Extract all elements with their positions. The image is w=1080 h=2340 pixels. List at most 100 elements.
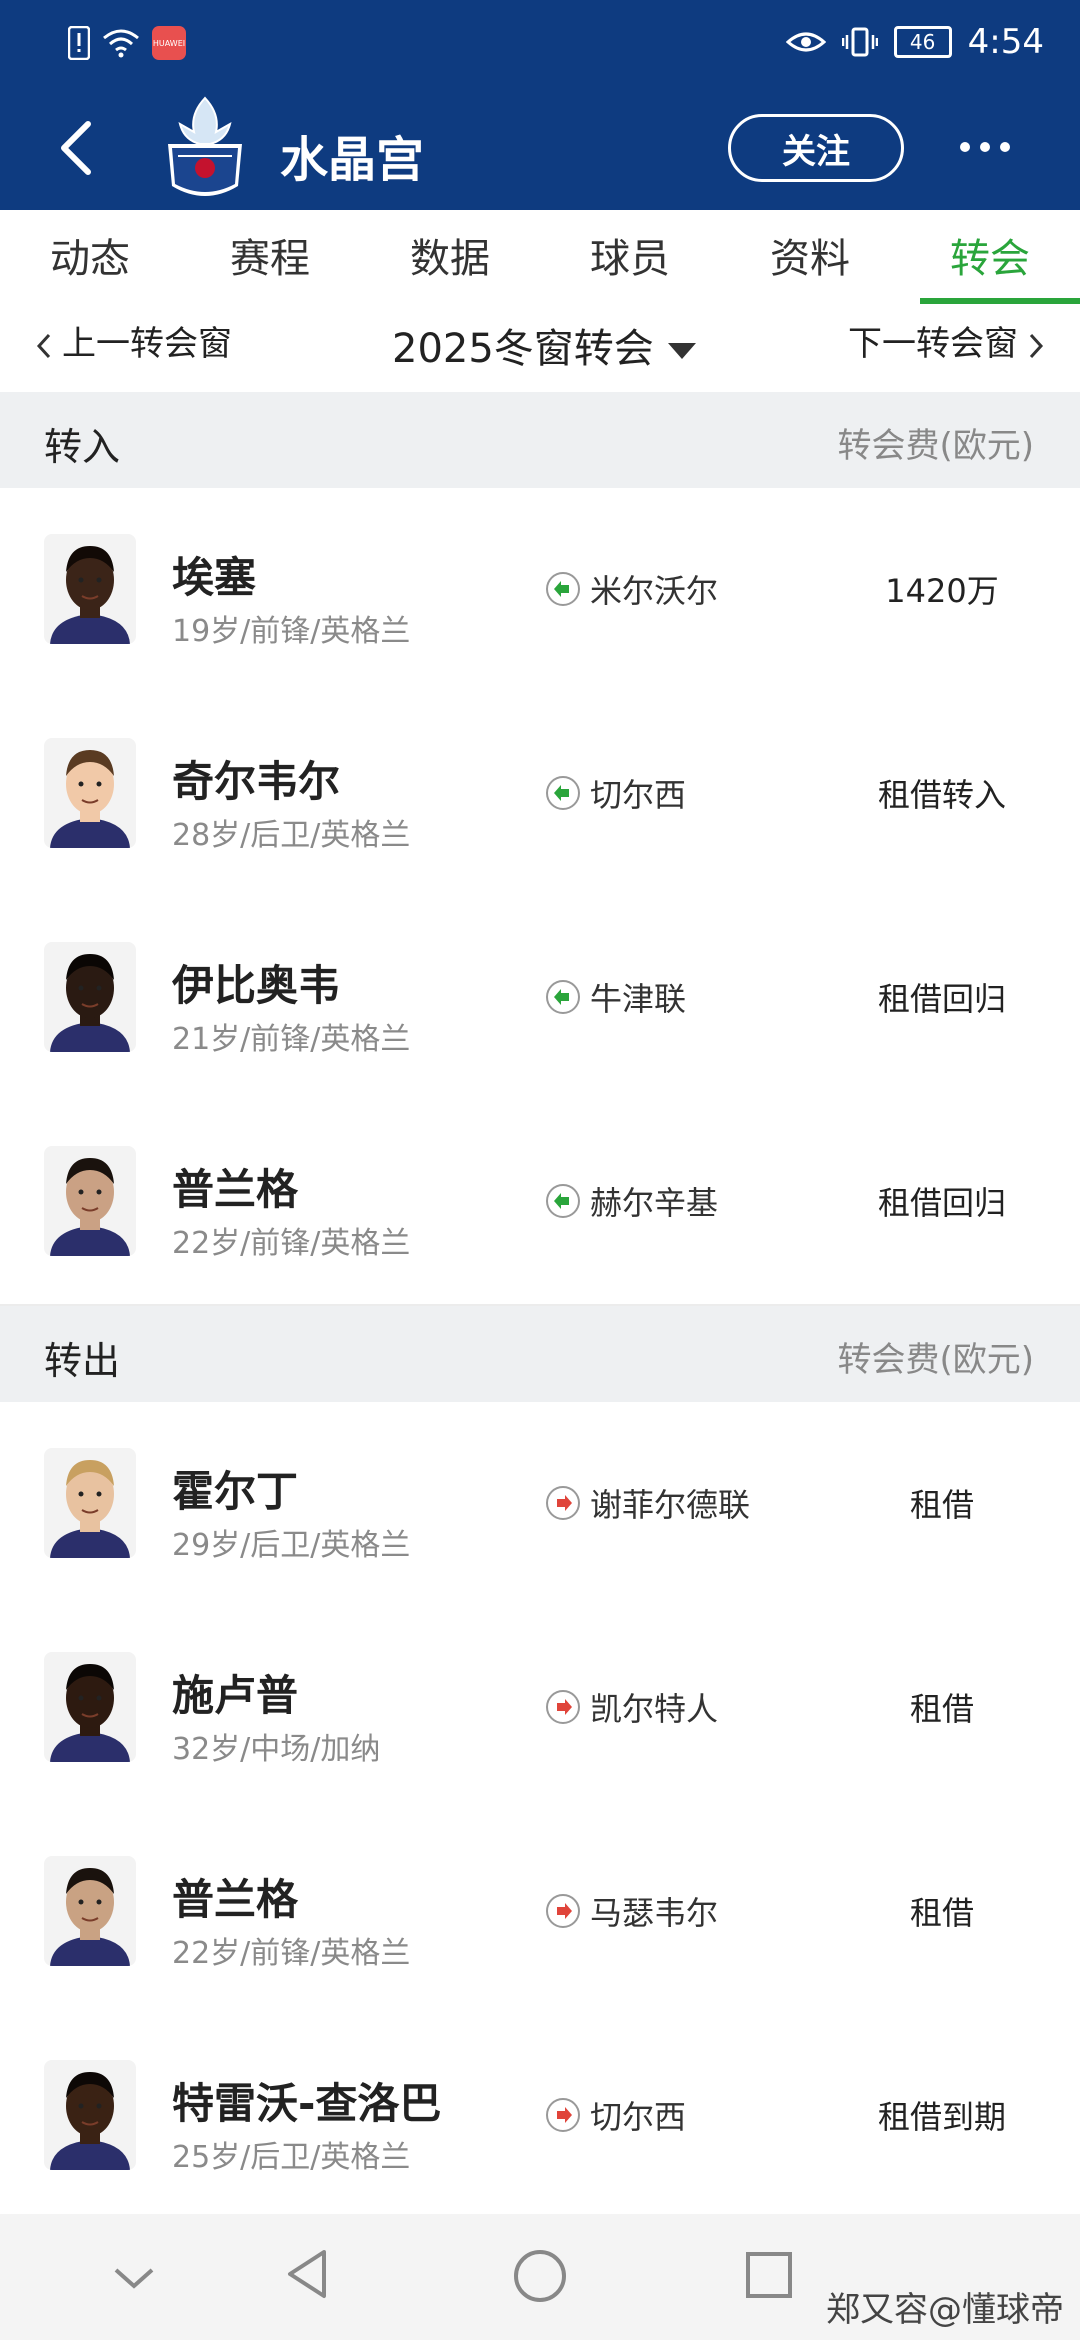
next-window-label: 下一转会窗 [848,324,1018,364]
player-name: 埃塞 [172,553,257,602]
club: 赫尔辛基 [546,1178,718,1224]
club: 马瑟韦尔 [546,1888,718,1934]
arrow-left-icon [546,776,580,810]
fee-column-header: 转会费(欧元) [837,1340,1034,1380]
transfer-row[interactable]: 施卢普 32岁/中场/加纳 凯尔特人 租借 [0,1606,1080,1812]
clock: 4:54 [967,22,1044,62]
club-name: 切尔西 [590,776,687,814]
arrow-right-icon [546,1894,580,1928]
window-title: 2025冬窗转会 [392,326,654,372]
back-arrow-icon[interactable] [52,118,102,178]
club-name: 马瑟韦尔 [590,1894,719,1932]
player-info: 19岁/前锋/英格兰 [172,614,411,649]
chevron-right-icon [1029,333,1044,358]
club-name: 谢菲尔德联 [590,1486,751,1524]
dropdown-caret-icon [667,343,696,359]
vibrate-icon [841,27,878,57]
arrow-right-icon [546,2098,580,2132]
arrow-right-icon [546,1690,580,1724]
tab-transfers[interactable]: 转会 [900,210,1080,308]
status-bar: HUAWEI 46 4:54 [0,0,1080,90]
nav-bar: 水晶宫 关注 [0,90,1080,210]
status-left: HUAWEI [68,26,186,60]
watermark: 郑又容@懂球帝 [826,2290,1064,2330]
club: 切尔西 [546,770,686,816]
transfer-fee: 租借转入 [877,776,1006,814]
prev-window-label: 上一转会窗 [62,324,232,364]
player-avatar [44,738,136,848]
section-header-in: 转入 转会费(欧元) [0,392,1080,488]
transfer-window-bar: 上一转会窗 2025冬窗转会 下一转会窗 [0,308,1080,392]
arrow-right-icon [546,1486,580,1520]
app-notification-icon: HUAWEI [152,26,186,60]
transfer-fee: 租借回归 [877,1184,1006,1222]
club: 凯尔特人 [546,1684,718,1730]
player-avatar [44,2060,136,2170]
club-name: 凯尔特人 [590,1690,719,1728]
nav-back-icon[interactable] [284,2248,328,2300]
player-name: 奇尔韦尔 [172,757,341,806]
tab-players[interactable]: 球员 [540,210,720,308]
club: 谢菲尔德联 [546,1480,750,1526]
section-title: 转出 [44,1339,121,1383]
player-name: 伊比奥韦 [172,961,341,1010]
club-name: 赫尔辛基 [590,1184,719,1222]
nav-home-icon[interactable] [512,2248,568,2304]
tab-bar: 动态 赛程 数据 球员 资料 转会 [0,210,1080,309]
collapse-chevron-icon[interactable] [112,2264,156,2292]
player-avatar [44,1856,136,1966]
transfer-row[interactable]: 埃塞 19岁/前锋/英格兰 米尔沃尔 1420万 [0,488,1080,694]
transfer-fee: 租借 [909,1690,974,1728]
player-info: 32岁/中场/加纳 [172,1732,381,1767]
transfer-fee: 租借到期 [877,2098,1006,2136]
player-avatar [44,1448,136,1558]
battery-level: 46 [909,30,936,54]
nav-recents-icon[interactable] [744,2250,794,2300]
transfer-row[interactable]: 特雷沃-查洛巴 25岁/后卫/英格兰 切尔西 租借到期 [0,2014,1080,2220]
next-window-button[interactable]: 下一转会窗 [848,316,1046,365]
fee-column-header: 转会费(欧元) [837,426,1034,466]
club: 米尔沃尔 [546,566,718,612]
follow-button[interactable]: 关注 [728,114,904,182]
player-name: 普兰格 [172,1165,299,1214]
transfer-row[interactable]: 奇尔韦尔 28岁/后卫/英格兰 切尔西 租借转入 [0,692,1080,898]
player-avatar [44,942,136,1052]
transfer-fee: 租借 [909,1894,974,1932]
chevron-left-icon [36,333,51,358]
club-name: 牛津联 [590,980,687,1018]
tab-schedule[interactable]: 赛程 [180,210,360,308]
player-name: 特雷沃-查洛巴 [172,2079,442,2128]
player-name: 霍尔丁 [172,1467,299,1516]
more-options-icon[interactable] [960,142,1010,152]
player-info: 21岁/前锋/英格兰 [172,1022,411,1057]
transfer-row[interactable]: 普兰格 22岁/前锋/英格兰 马瑟韦尔 租借 [0,1810,1080,2016]
player-info: 25岁/后卫/英格兰 [172,2140,411,2175]
transfer-fee: 租借 [909,1486,974,1524]
arrow-left-icon [546,572,580,606]
club-name: 米尔沃尔 [590,572,719,610]
player-info: 29岁/后卫/英格兰 [172,1528,411,1563]
app-badge-label: HUAWEI [152,38,186,48]
tab-info[interactable]: 资料 [720,210,900,308]
section-title: 转入 [44,425,121,469]
club-name: 切尔西 [590,2098,687,2136]
transfer-row[interactable]: 普兰格 22岁/前锋/英格兰 赫尔辛基 租借回归 [0,1100,1080,1306]
team-name: 水晶宫 [280,132,425,188]
battery-indicator: 46 [893,26,952,58]
player-info: 22岁/前锋/英格兰 [172,1936,411,1971]
player-name: 普兰格 [172,1875,299,1924]
player-avatar [44,1146,136,1256]
transfer-row[interactable]: 伊比奥韦 21岁/前锋/英格兰 牛津联 租借回归 [0,896,1080,1102]
alert-icon [68,26,90,60]
status-right: 46 4:54 [785,22,1044,62]
transfer-fee: 1420万 [885,572,999,610]
player-info: 22岁/前锋/英格兰 [172,1226,411,1261]
prev-window-button[interactable]: 上一转会窗 [34,316,232,365]
follow-label: 关注 [782,131,850,172]
tab-stats[interactable]: 数据 [360,210,540,308]
player-name: 施卢普 [172,1671,299,1720]
player-info: 28岁/后卫/英格兰 [172,818,411,853]
window-selector[interactable]: 2025冬窗转会 [392,316,696,374]
transfer-row[interactable]: 霍尔丁 29岁/后卫/英格兰 谢菲尔德联 租借 [0,1402,1080,1608]
tab-news[interactable]: 动态 [0,210,180,308]
